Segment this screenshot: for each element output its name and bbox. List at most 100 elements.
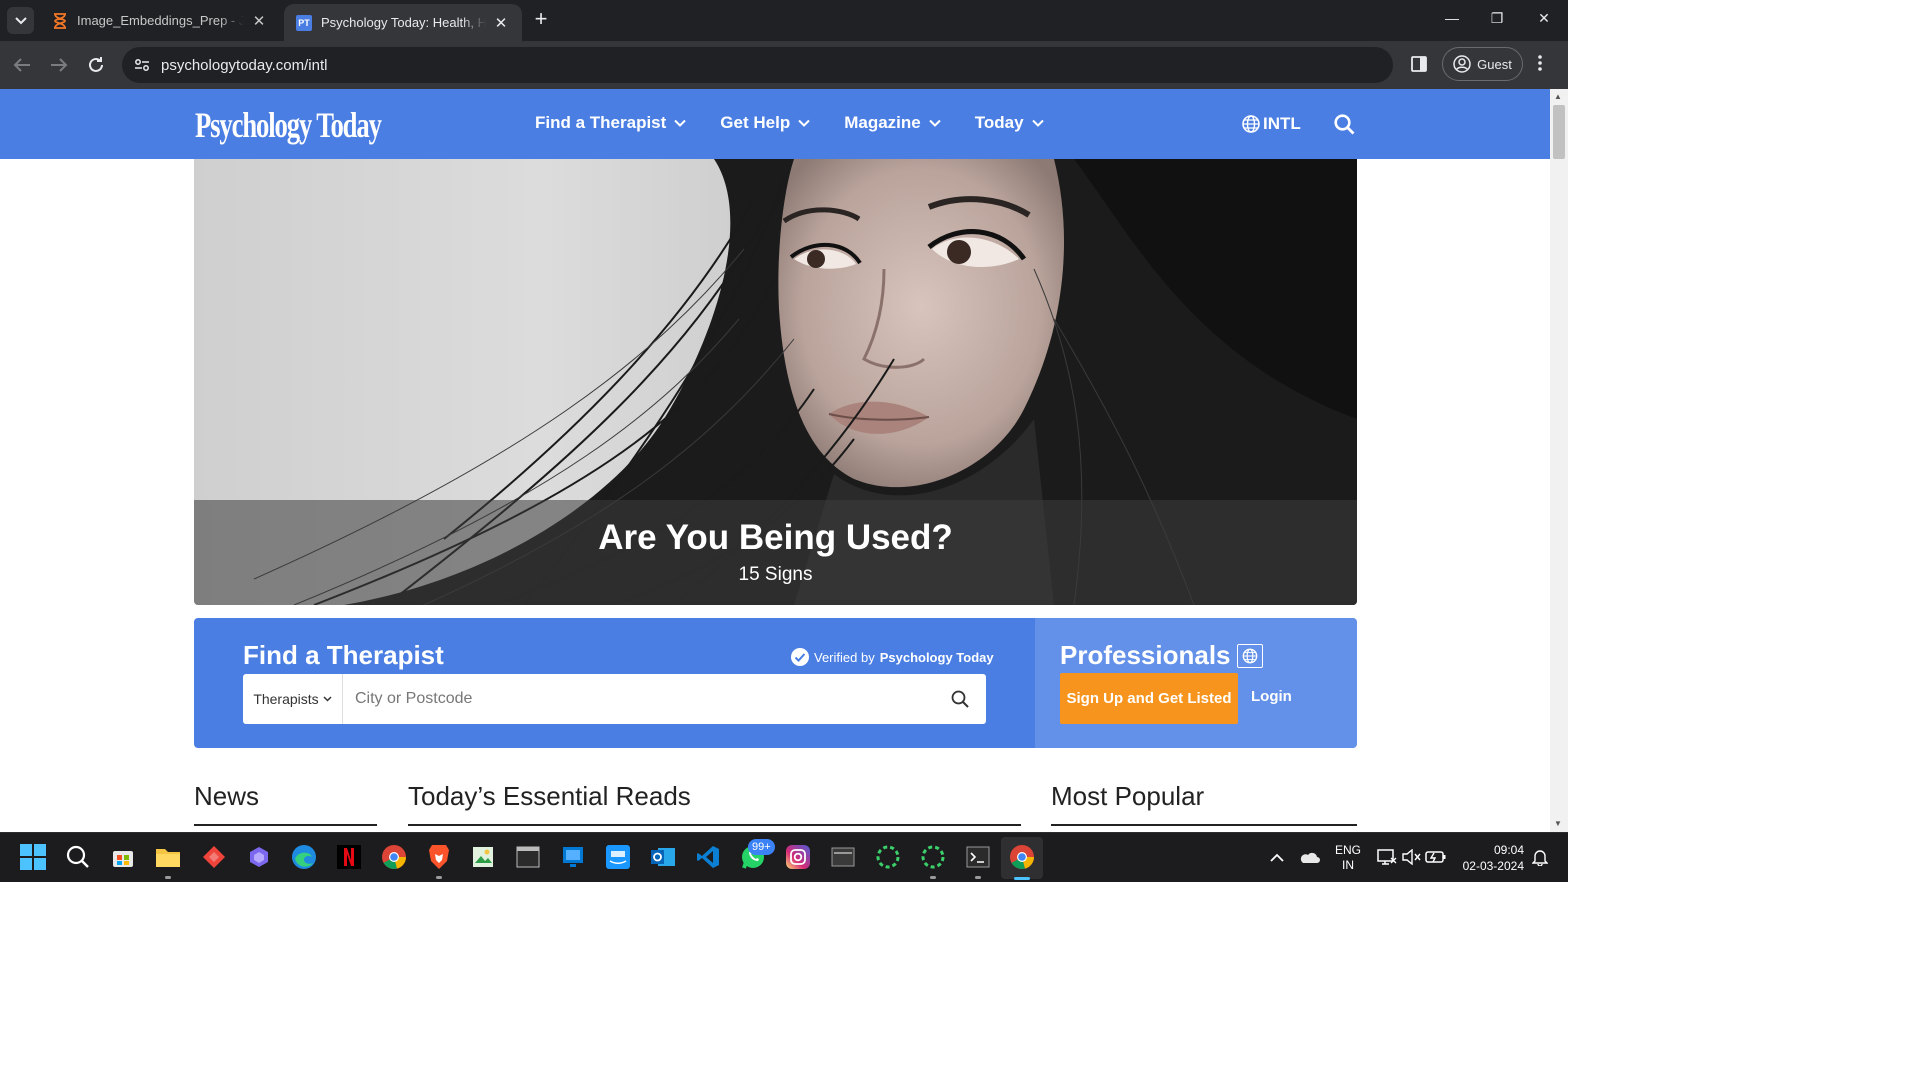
nav-magazine[interactable]: Magazine [844,113,941,133]
copilot-icon[interactable] [244,842,274,872]
windows-start-icon[interactable] [18,842,48,872]
address-bar[interactable]: psychologytoday.com/intl [122,47,1393,83]
tab-title: Psychology Today: Health, Help [321,15,486,30]
nav-get-help[interactable]: Get Help [720,113,810,133]
new-tab-button[interactable]: + [530,8,552,31]
running-indicator [436,876,442,879]
main-nav: Find a Therapist Get Help Magazine Today [535,113,1044,133]
region-selector[interactable]: INTL [1242,114,1301,134]
windows-taskbar: 99+ ENG IN 09:04 02-03-2024 [0,832,1568,882]
site-info-icon[interactable] [132,55,152,75]
scrollbar-thumb[interactable] [1553,105,1565,159]
hero-subtitle: 15 Signs [738,564,813,585]
vscode-icon[interactable] [693,842,723,872]
whatsapp-badge: 99+ [748,839,775,855]
edge-icon[interactable] [289,842,319,872]
city-postcode-input[interactable] [343,674,934,724]
terminal-icon[interactable] [963,842,993,872]
nav-find-therapist[interactable]: Find a Therapist [535,113,687,133]
more-vert-icon [1538,55,1542,71]
close-window-button[interactable]: ✕ [1530,10,1558,27]
reload-button[interactable] [84,53,108,77]
chevron-down-icon [323,696,332,702]
chrome-icon[interactable] [379,842,409,872]
chevron-down-icon [14,16,27,24]
notifications-bell-icon[interactable] [1525,842,1555,872]
arrow-right-icon [51,58,68,72]
forward-button[interactable] [47,53,71,77]
loading-app-icon[interactable] [873,842,903,872]
browser-tab-strip: Image_Embeddings_Prep - Jupyter ✕ PT Psy… [0,0,1568,41]
therapist-type-select[interactable]: Therapists [243,674,343,724]
find-therapist-panel: Find a Therapist Verified by Psychology … [194,618,1035,748]
globe-icon[interactable] [1236,643,1263,668]
chevron-down-icon [798,119,810,127]
section-divider [1051,824,1357,826]
login-link[interactable]: Login [1251,688,1292,705]
chrome-icon[interactable] [1007,842,1037,872]
window-app-icon[interactable] [828,842,858,872]
hero-banner[interactable]: Are You Being Used? 15 Signs [194,159,1357,605]
outlook-icon[interactable] [648,842,678,872]
reload-icon [89,57,103,72]
active-indicator [1014,877,1030,880]
battery-icon[interactable] [1421,842,1451,872]
hero-title[interactable]: Are You Being Used? [194,518,1357,558]
browser-toolbar: psychologytoday.com/intl Guest [0,41,1568,89]
url-text[interactable]: psychologytoday.com/intl [161,57,327,74]
scroll-up-icon[interactable]: ▲ [1554,92,1562,101]
site-logo[interactable]: Psychology Today [195,104,382,146]
find-therapist-heading: Find a Therapist [243,640,444,670]
scroll-down-icon[interactable]: ▼ [1554,819,1562,828]
loading-app-icon[interactable] [918,842,948,872]
language-indicator[interactable]: ENG IN [1335,843,1361,873]
tab-jupyter[interactable]: Image_Embeddings_Prep - Jupyter ✕ [40,0,280,41]
tab-title: Image_Embeddings_Prep - Jupyter [77,13,244,28]
show-hidden-icons-icon[interactable] [1262,842,1292,872]
section-divider [194,824,377,826]
search-icon[interactable] [63,842,93,872]
tab-search-button[interactable] [7,7,34,34]
minimize-button[interactable]: — [1438,10,1466,26]
search-icon [1334,114,1355,135]
page-scrollbar[interactable]: ▲ ▼ [1550,89,1568,832]
site-search-button[interactable] [1334,114,1355,135]
region-code: IN [1342,858,1354,872]
instagram-icon[interactable] [783,842,813,872]
side-panel-button[interactable] [1410,55,1428,73]
nav-today[interactable]: Today [975,113,1044,133]
close-tab-icon[interactable]: ✕ [250,12,268,30]
web-page: Psychology Today Find a Therapist Get He… [0,89,1550,832]
chevron-down-icon [1031,119,1044,127]
pt-favicon-icon: PT [296,14,312,31]
restore-button[interactable]: ❐ [1483,10,1511,27]
file-explorer-icon[interactable] [153,842,183,872]
profile-icon [1453,55,1471,73]
verified-brand: Psychology Today [879,649,994,665]
brave-icon[interactable] [424,842,454,872]
notepad-image-icon[interactable] [468,842,498,872]
terminal-icon[interactable] [513,842,543,872]
netflix-icon[interactable] [334,842,364,872]
profile-button[interactable]: Guest [1442,47,1523,81]
store-icon[interactable] [108,842,138,872]
close-tab-icon[interactable]: ✕ [492,14,510,32]
sign-up-button[interactable]: Sign Up and Get Listed [1060,673,1238,724]
section-most-popular-heading: Most Popular [1051,781,1205,811]
nav-label: Find a Therapist [535,113,667,132]
anydesk-icon[interactable] [199,842,229,872]
therapist-search-button[interactable] [934,690,986,708]
onedrive-icon[interactable] [1294,842,1324,872]
region-label: INTL [1263,114,1301,133]
remote-desktop-icon[interactable] [558,842,588,872]
clock[interactable]: 09:04 02-03-2024 [1458,842,1524,874]
check-circle-icon [791,648,809,666]
browser-menu-button[interactable] [1538,54,1542,72]
profile-label: Guest [1477,56,1512,72]
select-value: Therapists [253,691,319,707]
site-header: Psychology Today Find a Therapist Get He… [0,89,1550,159]
prime-video-icon[interactable] [603,842,633,872]
tab-psychology-today[interactable]: PT Psychology Today: Health, Help ✕ [284,4,522,41]
back-button[interactable] [10,53,34,77]
clock-date: 02-03-2024 [1462,859,1524,873]
